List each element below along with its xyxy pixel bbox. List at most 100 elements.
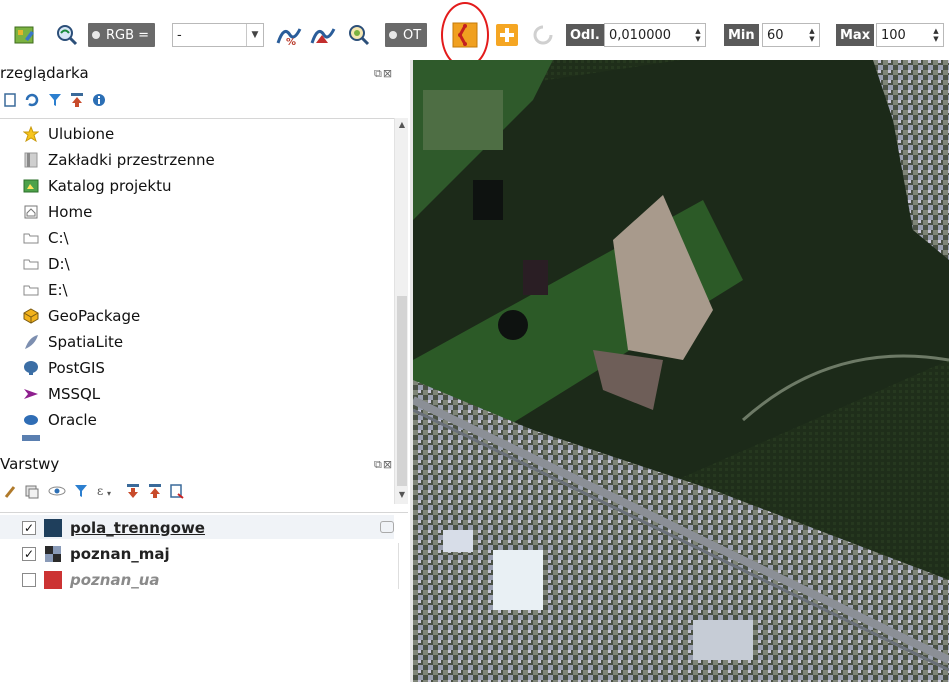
layer-row-poznan-maj[interactable]: ✓ poznan_maj <box>22 542 170 566</box>
band-set-label: RGB = <box>106 27 150 43</box>
spin-arrows-icon[interactable]: ▲ ▼ <box>929 24 943 46</box>
scroll-up-icon[interactable]: ▲ <box>395 118 409 132</box>
filter-icon[interactable] <box>48 92 62 112</box>
float-panel-icon[interactable]: ⧉ <box>374 458 383 471</box>
browser-item-postgis[interactable]: PostGIS <box>22 355 105 381</box>
band-combo[interactable]: - ▼ <box>172 23 264 47</box>
svg-text:ε: ε <box>97 484 103 498</box>
browser-toolbar <box>4 91 106 113</box>
postgis-icon <box>22 359 40 377</box>
browser-tree: Ulubione Zakładki przestrzenne Katalog p… <box>0 118 394 504</box>
min-value: 60 <box>767 27 784 43</box>
layer-name: pola_trenngowe <box>70 519 205 537</box>
layer-symbol-swatch <box>44 571 62 589</box>
layer-symbol-swatch <box>44 519 62 537</box>
band-toggle-indicator <box>92 31 100 39</box>
browser-item-home[interactable]: Home <box>22 199 92 225</box>
browser-item-project-home[interactable]: Katalog projektu <box>22 173 171 199</box>
layer-name: poznan_maj <box>70 545 170 563</box>
min-label: Min <box>724 24 759 46</box>
raster-edit-icon[interactable] <box>12 22 38 48</box>
min-spinbox[interactable]: 60 ▲ ▼ <box>762 23 820 47</box>
map-canvas[interactable] <box>413 60 949 682</box>
band-combo-value: - <box>177 27 182 43</box>
row-resize-handle <box>398 543 404 589</box>
zoom-raster-icon[interactable] <box>54 22 80 48</box>
browser-item-drive-e[interactable]: E:\ <box>22 277 68 303</box>
expression-filter-icon[interactable]: ε ▾ <box>96 483 118 503</box>
remove-layer-icon[interactable] <box>170 483 184 503</box>
browser-panel-title: rzeglądarka <box>0 64 89 82</box>
float-panel-icon[interactable]: ⧉ <box>374 67 383 80</box>
properties-icon[interactable] <box>92 92 106 112</box>
browser-item-drive-d[interactable]: D:\ <box>22 251 70 277</box>
browser-item-spatial-bookmarks[interactable]: Zakładki przestrzenne <box>22 147 215 173</box>
browser-scrollbar[interactable]: ▲ ▼ <box>394 118 408 504</box>
layer-row-poznan-ua[interactable]: poznan_ua <box>22 568 160 592</box>
project-folder-icon <box>22 177 40 195</box>
browser-item-mssql[interactable]: MSSQL <box>22 381 100 407</box>
refresh-icon[interactable] <box>24 92 40 112</box>
mssql-icon <box>22 385 40 403</box>
expand-all-icon[interactable] <box>126 483 140 503</box>
partial-item-icon <box>22 435 40 441</box>
svg-text:%: % <box>286 37 296 47</box>
distance-label: Odl. <box>566 24 604 46</box>
layer-visibility-checkbox[interactable] <box>22 573 36 587</box>
ot-toggle[interactable]: OT <box>385 23 428 47</box>
browser-item-drive-c[interactable]: C:\ <box>22 225 69 251</box>
folder-icon <box>22 281 40 299</box>
close-panel-icon[interactable]: ⊠ <box>383 458 393 471</box>
filter-icon[interactable] <box>74 483 88 503</box>
distance-spinbox[interactable]: 0,010000 ▲ ▼ <box>604 23 706 47</box>
dock-buttons[interactable]: ⧉⊠ <box>374 458 393 472</box>
highlight-annotation <box>441 2 489 68</box>
layer-name: poznan_ua <box>70 571 160 589</box>
scroll-down-icon[interactable]: ▼ <box>395 488 409 502</box>
chevron-down-icon[interactable]: ▼ <box>246 24 263 46</box>
max-label: Max <box>836 24 875 46</box>
folder-icon <box>22 229 40 247</box>
browser-item-oracle[interactable]: Oracle <box>22 407 97 433</box>
bookmark-icon <box>22 151 40 169</box>
layers-tree: ✓ pola_trenngowe ✓ poznan_maj poznan_ua <box>0 512 408 682</box>
collapse-all-icon[interactable] <box>148 483 162 503</box>
spectral-plot-icon[interactable] <box>310 22 336 48</box>
layer-visibility-checkbox[interactable]: ✓ <box>22 547 36 561</box>
dock-buttons[interactable]: ⧉⊠ <box>374 67 393 81</box>
add-layer-icon[interactable] <box>4 92 16 112</box>
oracle-icon <box>22 411 40 429</box>
add-group-icon[interactable] <box>24 483 40 503</box>
collapse-all-icon[interactable] <box>70 92 84 112</box>
layers-toolbar: ε ▾ <box>4 482 184 504</box>
left-dock: rzeglądarka ⧉⊠ Ulubione Zakładki przestr… <box>0 60 412 682</box>
folder-icon <box>22 255 40 273</box>
ot-label: OT <box>403 27 422 43</box>
spectral-signature-icon[interactable]: % <box>276 22 302 48</box>
plugin-toolbar: RGB = - ▼ % OT Odl. 0,010000 ▲ ▼ Min 60 ▲… <box>0 0 949 68</box>
geopackage-icon <box>22 307 40 325</box>
band-set-toggle[interactable]: RGB = <box>88 23 156 47</box>
editing-indicator-icon[interactable] <box>380 521 394 533</box>
browser-item-spatialite[interactable]: SpatiaLite <box>22 329 123 355</box>
zoom-preview-icon[interactable] <box>346 22 372 48</box>
raster-layer-icon <box>44 545 62 563</box>
layer-visibility-checkbox[interactable]: ✓ <box>22 521 36 535</box>
redo-roi-icon[interactable] <box>530 22 556 48</box>
style-icon[interactable] <box>4 483 16 503</box>
scroll-thumb[interactable] <box>397 296 407 486</box>
spatialite-icon <box>22 333 40 351</box>
layer-row-pola-trenngowe[interactable]: ✓ pola_trenngowe <box>22 516 205 540</box>
add-roi-icon[interactable] <box>494 22 520 48</box>
spin-arrows-icon[interactable]: ▲ ▼ <box>691 24 705 46</box>
ot-toggle-indicator <box>389 31 397 39</box>
home-icon <box>22 203 40 221</box>
satellite-imagery <box>413 60 949 682</box>
distance-value: 0,010000 <box>609 27 672 43</box>
browser-item-ulubione[interactable]: Ulubione <box>22 121 114 147</box>
max-spinbox[interactable]: 100 ▲ ▼ <box>876 23 944 47</box>
visibility-icon[interactable] <box>48 483 66 503</box>
spin-arrows-icon[interactable]: ▲ ▼ <box>805 24 819 46</box>
close-panel-icon[interactable]: ⊠ <box>383 67 393 80</box>
browser-item-geopackage[interactable]: GeoPackage <box>22 303 140 329</box>
